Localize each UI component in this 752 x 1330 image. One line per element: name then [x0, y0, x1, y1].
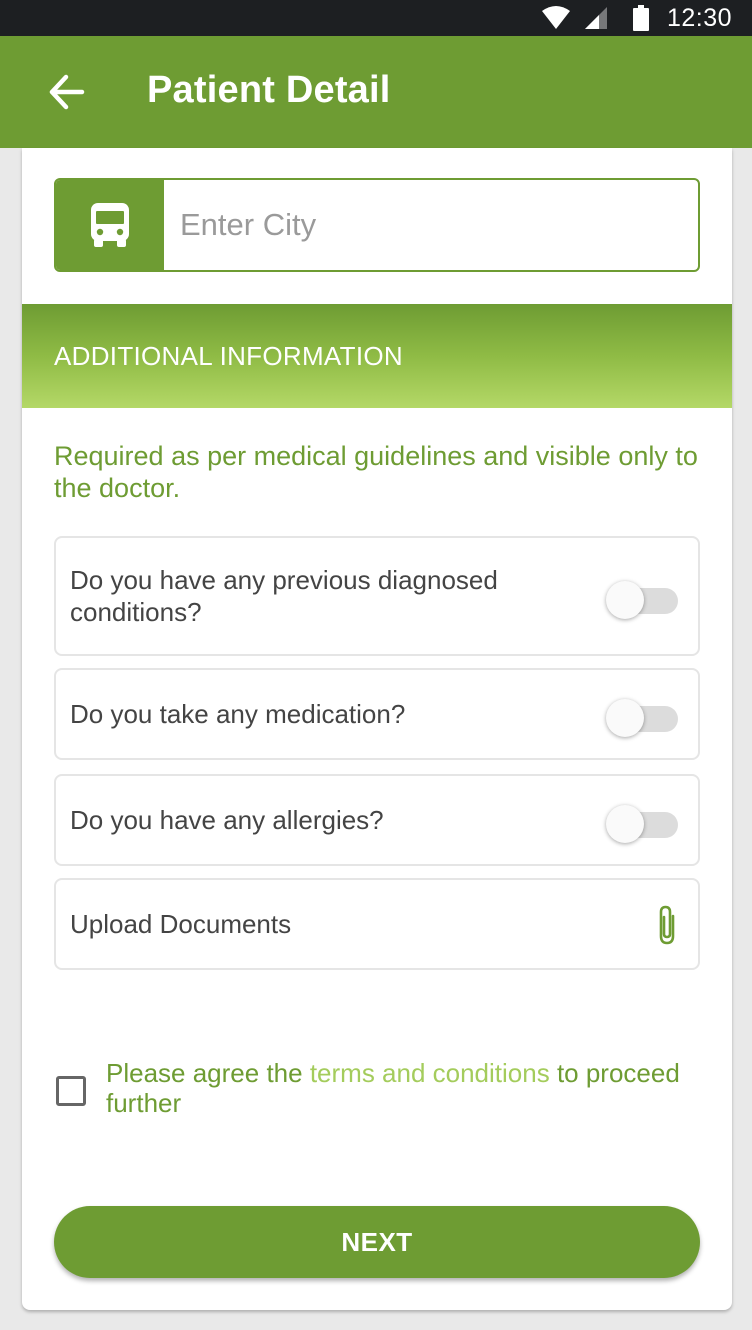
battery-icon [632, 5, 649, 31]
question-label: Do you have any allergies? [70, 805, 384, 835]
city-input[interactable] [180, 180, 680, 270]
toggle-thumb [606, 581, 644, 619]
bus-icon [91, 203, 129, 247]
signal-icon [584, 7, 607, 29]
next-button[interactable]: NEXT [54, 1206, 700, 1278]
question-label: Do you take any medication? [70, 699, 406, 729]
allergies-toggle[interactable] [606, 800, 682, 844]
page-title: Patient Detail [147, 69, 391, 111]
question-label: Do you have any previous diagnosed condi… [70, 565, 498, 627]
terms-text: Please agree the terms and conditions to… [106, 1058, 696, 1118]
terms-checkbox[interactable] [56, 1076, 86, 1106]
city-field [54, 178, 700, 272]
conditions-toggle[interactable] [606, 576, 682, 620]
additional-info-header: ADDITIONAL INFORMATION [22, 304, 732, 408]
terms-prefix: Please agree the [106, 1058, 310, 1088]
question-row-conditions: Do you have any previous diagnosed condi… [54, 536, 700, 656]
additional-info-note: Required as per medical guidelines and v… [54, 441, 698, 503]
toggle-thumb [606, 699, 644, 737]
question-row-medication: Do you take any medication? [54, 668, 700, 760]
arrow-left-icon [49, 74, 85, 110]
status-time: 12:30 [666, 3, 732, 32]
app-bar: Patient Detail [0, 36, 752, 148]
back-button[interactable] [44, 72, 88, 112]
status-icons: 12:30 [541, 0, 732, 36]
question-row-allergies: Do you have any allergies? [54, 774, 700, 866]
wifi-icon [541, 6, 570, 29]
toggle-thumb [606, 805, 644, 843]
terms-link[interactable]: terms and conditions [310, 1058, 550, 1088]
status-bar: 12:30 [0, 0, 752, 36]
upload-documents-row[interactable]: Upload Documents [54, 878, 700, 970]
medication-toggle[interactable] [606, 694, 682, 738]
paperclip-icon[interactable] [652, 904, 682, 946]
city-icon-box [56, 180, 164, 270]
patient-form-card: ADDITIONAL INFORMATION Required as per m… [22, 148, 732, 1310]
upload-label: Upload Documents [70, 909, 292, 939]
